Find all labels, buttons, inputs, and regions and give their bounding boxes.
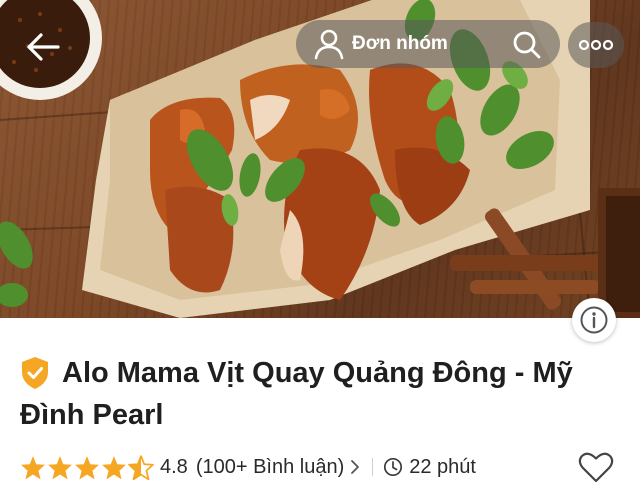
star-icon [75, 455, 99, 479]
restaurant-name: Alo Mama Vịt Quay Quảng Đông - Mỹ Đình P… [20, 357, 573, 431]
meta-divider [372, 458, 374, 476]
rating-value: 4.8 [160, 455, 188, 478]
restaurant-title-row: Alo Mama Vịt Quay Quảng Đông - Mỹ Đình P… [20, 352, 610, 436]
restaurant-meta-row: 4.8 (100+ Bình luận) 22 phút [20, 452, 620, 482]
search-button[interactable] [504, 22, 550, 68]
more-button[interactable] [568, 22, 624, 68]
restaurant-info: Alo Mama Vịt Quay Quảng Đông - Mỹ Đình P… [0, 318, 640, 497]
star-icon [102, 455, 126, 479]
star-icon [21, 455, 45, 479]
person-icon [314, 29, 344, 60]
group-order-button[interactable]: Đơn nhóm [312, 26, 448, 62]
delivery-time: 22 phút [383, 456, 476, 479]
arrow-left-icon [27, 33, 60, 61]
chevron-right-icon [351, 460, 360, 474]
reviews-link[interactable]: (100+ Bình luận) [196, 456, 362, 479]
reviews-count: (100+ Bình luận) [195, 455, 345, 478]
delivery-time-value: 22 phút [409, 455, 476, 478]
heart-icon [578, 452, 614, 483]
shield-check-icon [22, 357, 48, 389]
back-button[interactable] [22, 26, 64, 68]
rating-stars [20, 454, 154, 480]
more-horizontal-icon [578, 39, 614, 51]
favorite-button[interactable] [576, 448, 616, 486]
group-order-label: Đơn nhóm [352, 33, 448, 54]
info-button[interactable] [572, 298, 616, 342]
info-icon [580, 306, 608, 334]
star-half-icon [128, 454, 154, 480]
clock-icon [384, 457, 403, 477]
search-icon [513, 31, 541, 59]
star-icon [48, 455, 72, 479]
